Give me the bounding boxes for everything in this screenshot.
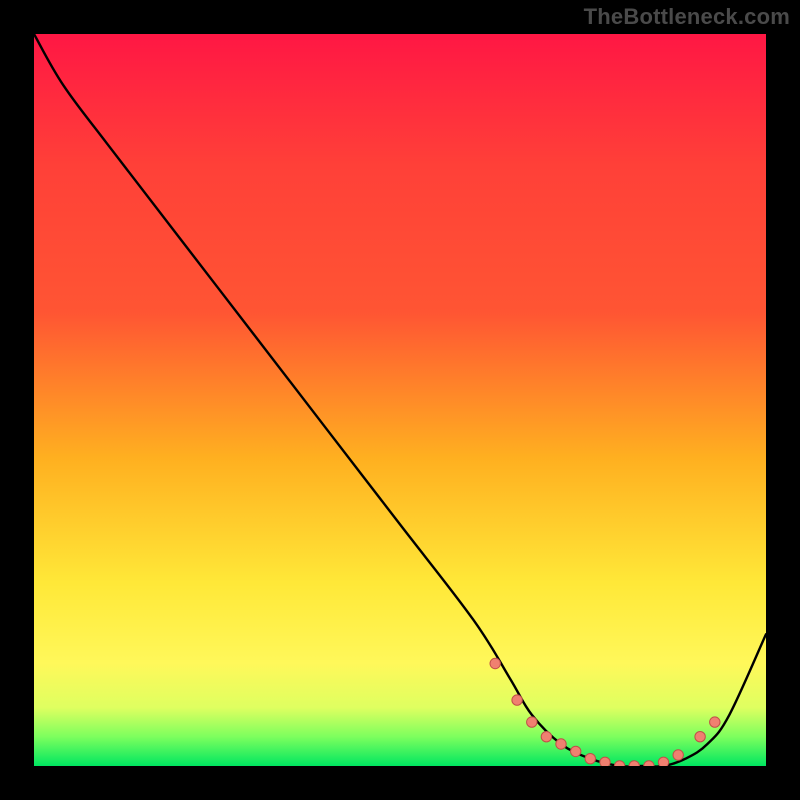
data-marker <box>600 757 610 766</box>
data-marker <box>658 757 668 766</box>
data-marker <box>695 732 705 742</box>
chart-frame: TheBottleneck.com <box>0 0 800 800</box>
gradient-background <box>34 34 766 766</box>
plot-area <box>34 34 766 766</box>
data-marker <box>527 717 537 727</box>
data-marker <box>710 717 720 727</box>
data-marker <box>556 739 566 749</box>
data-marker <box>512 695 522 705</box>
chart-svg <box>34 34 766 766</box>
watermark-text: TheBottleneck.com <box>584 4 790 30</box>
data-marker <box>673 750 683 760</box>
data-marker <box>585 754 595 764</box>
data-marker <box>490 658 500 668</box>
data-marker <box>571 746 581 756</box>
data-marker <box>541 732 551 742</box>
